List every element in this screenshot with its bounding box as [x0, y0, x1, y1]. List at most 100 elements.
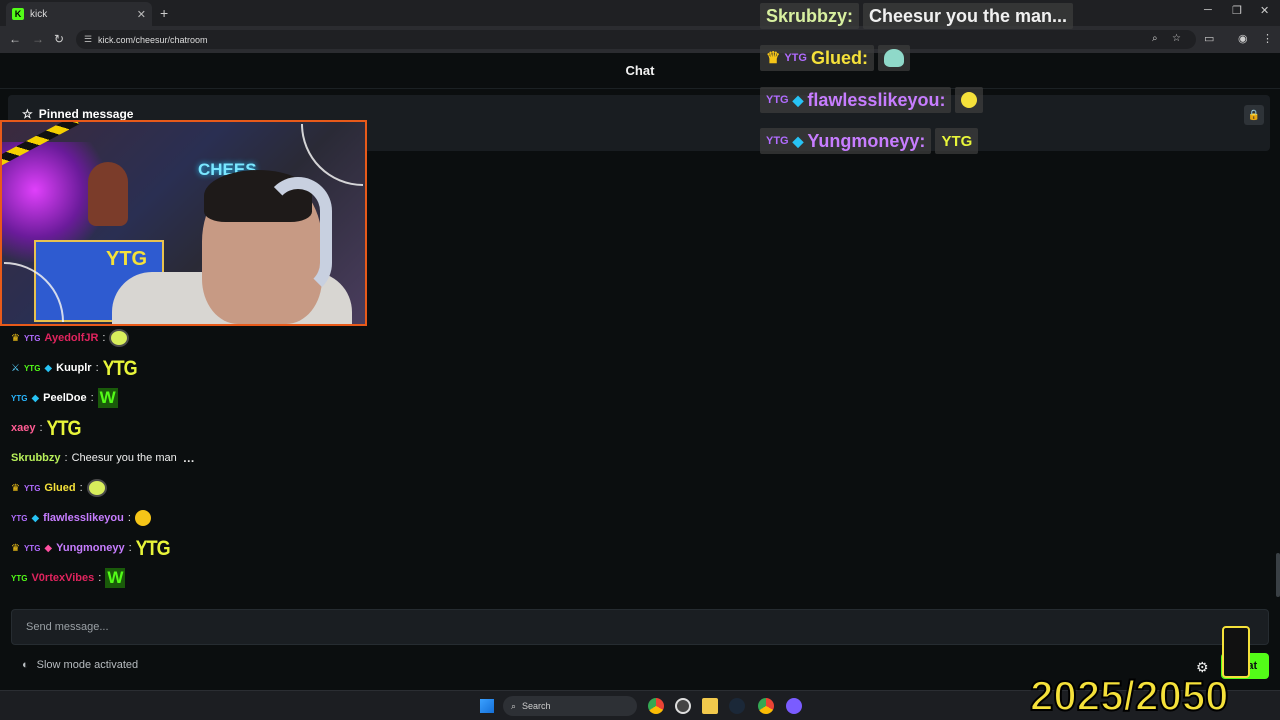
ytg-emote-icon: YTG [46, 415, 82, 440]
overlay-chat-line: ♛ YTG Glued: [760, 45, 910, 71]
overlay-username: flawlesslikeyou: [807, 89, 946, 110]
ytg-badge-icon: YTG [23, 543, 41, 553]
overlay-emote-chip: YTG [935, 128, 979, 154]
overlay-chat-line: YTG ◆ flawlesslikeyou: [760, 87, 984, 113]
cube-badge-icon: ◆ [31, 392, 40, 404]
ytg-badge-icon: YTG [11, 393, 28, 403]
browser-tab-bar: K kick ✕ + ─ ❐ ✕ [0, 0, 1280, 26]
close-tab-icon[interactable]: ✕ [137, 8, 146, 21]
ytg-emote-icon: YTG [941, 132, 973, 150]
app-icon[interactable] [675, 698, 691, 714]
ytg-emote-icon: YTG [135, 535, 171, 560]
ytg-badge-icon: YTG [23, 363, 41, 373]
close-window-icon[interactable]: ✕ [1260, 4, 1269, 17]
chat-message: YTG V0rtexVibes: W [11, 568, 126, 588]
taskbar-search[interactable]: ⌕ Search [503, 696, 637, 716]
overlay-user-chip: YTG ◆ Yungmoneyy: [760, 128, 932, 154]
lock-icon[interactable]: 🔒 [1244, 105, 1264, 125]
cube-badge-icon: ◆ [792, 132, 804, 149]
snail-icon: ◐ [22, 659, 29, 671]
doll-figure [88, 162, 128, 226]
steam-icon[interactable] [729, 698, 745, 714]
chat-username[interactable]: Kuuplr [56, 362, 91, 374]
minimize-icon[interactable]: ─ [1204, 4, 1212, 16]
chat-message: ♛ YTG Glued: [11, 476, 107, 500]
chat-title: Chat [625, 63, 655, 78]
cube-badge-icon: ◆ [792, 91, 804, 108]
maximize-icon[interactable]: ❐ [1232, 4, 1242, 17]
overlay-user-chip: YTG ◆ flawlesslikeyou: [760, 87, 952, 113]
spiderweb-icon [301, 124, 363, 186]
crown-badge-icon: ♛ [11, 332, 20, 344]
kick-favicon-icon: K [12, 8, 24, 20]
slow-mode-notice: ◐ Slow mode activated [22, 659, 138, 671]
chat-message: YTG ◆ PeelDoe: W [11, 388, 118, 408]
cube-badge-icon: ◆ [31, 512, 40, 524]
pin-icon: ☆ [22, 107, 33, 121]
ytg-badge-icon: YTG [11, 513, 28, 523]
smile-emote-icon [961, 92, 978, 108]
overlay-chat-line: Skrubbzy: Cheesur you the man... [760, 3, 1074, 29]
poster-text: YTG [106, 248, 148, 270]
chat-message-text: Cheesur you the man [71, 452, 177, 464]
overlay-emote-chip [877, 45, 910, 71]
ytg-emote-icon: YTG [102, 355, 138, 380]
blob-emote-icon [86, 479, 107, 497]
chat-username[interactable]: flawlesslikeyou [43, 512, 124, 524]
smile-emote-icon [134, 510, 151, 526]
browser-tab[interactable]: K kick ✕ [6, 2, 152, 26]
reload-icon[interactable]: ↻ [54, 32, 64, 46]
overlay-user-chip: ♛ YTG Glued: [760, 45, 874, 71]
ytg-badge-icon: YTG [23, 333, 41, 343]
chat-username[interactable]: PeelDoe [43, 392, 86, 404]
crown-badge-icon: ♛ [11, 542, 20, 554]
address-bar-row: ← → ↻ ☰ kick.com/cheesur/chatroom ⌕ ☆ ▭ … [0, 26, 1280, 53]
sword-badge-icon: ⚔ [11, 362, 20, 374]
overlay-username: Yungmoneyy: [807, 130, 926, 151]
forward-icon[interactable]: → [32, 32, 44, 46]
new-tab-icon[interactable]: + [160, 5, 168, 21]
chat-header: Chat [0, 53, 1280, 89]
overlay-chat-line: YTG ◆ Yungmoneyy: YTG [760, 128, 979, 154]
bookmark-star-icon[interactable]: ☆ [1172, 33, 1181, 44]
goal-counter: 2025/2050 [1029, 671, 1230, 720]
chat-username[interactable]: Skrubbzy [11, 452, 61, 464]
crown-badge-icon: ♛ [766, 50, 781, 67]
crown-badge-icon: ♛ [11, 482, 20, 494]
chat-username[interactable]: V0rtexVibes [31, 572, 94, 584]
chat-username[interactable]: xaey [11, 422, 35, 434]
windows-start-icon[interactable] [480, 699, 494, 713]
site-info-icon[interactable]: ☰ [84, 34, 92, 45]
chat-message: ♛ YTG ◆ Yungmoneyy: YTG [11, 535, 171, 560]
url-field[interactable]: ☰ kick.com/cheesur/chatroom ⌕ ☆ [76, 30, 1196, 49]
ghost-emote-icon [883, 49, 904, 67]
chat-scrollbar[interactable] [1276, 553, 1280, 597]
w-emote-icon: W [105, 568, 126, 588]
chat-username[interactable]: Glued [44, 482, 75, 494]
can-icon [1222, 626, 1250, 678]
send-message-input[interactable]: Send message... [11, 609, 1269, 645]
ytg-badge-icon: YTG [23, 483, 41, 493]
ellipsis-emote-icon: … [182, 451, 195, 465]
chrome-icon[interactable] [758, 698, 774, 714]
cube-badge-icon: ◆ [44, 362, 53, 374]
chat-message: ♛ YTG AyedolfJR: [11, 326, 130, 350]
chat-message: xaey: YTG [11, 415, 82, 440]
back-icon[interactable]: ← [9, 32, 21, 46]
w-emote-icon: W [97, 388, 118, 408]
chat-message: ⚔ YTG ◆ Kuuplr: YTG [11, 355, 138, 380]
menu-dots-icon[interactable]: ⋮ [1262, 32, 1273, 45]
ytg-badge-icon: YTG [766, 94, 789, 106]
split-view-icon[interactable]: ▭ [1204, 32, 1214, 45]
zoom-icon[interactable]: ⌕ [1152, 33, 1158, 44]
ytg-badge-icon: YTG [11, 573, 28, 583]
overlay-username: Skrubbzy: [760, 3, 860, 29]
profile-icon[interactable]: ◉ [1238, 32, 1248, 45]
headset-icon [264, 177, 332, 297]
discord-icon[interactable] [786, 698, 802, 714]
chat-username[interactable]: AyedolfJR [44, 332, 98, 344]
chrome-icon[interactable] [648, 698, 664, 714]
chat-username[interactable]: Yungmoneyy [56, 542, 124, 554]
folder-icon[interactable] [702, 698, 718, 714]
tab-title: kick [30, 8, 48, 20]
